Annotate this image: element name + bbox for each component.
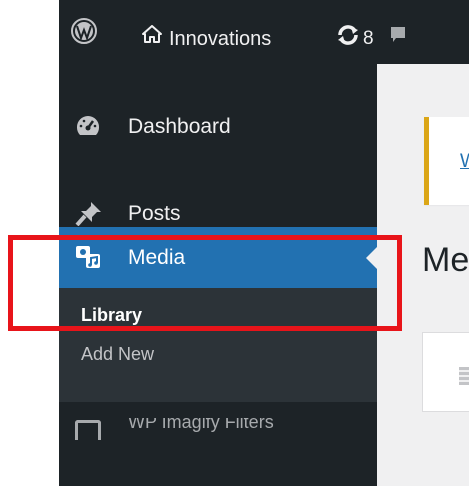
admin-notice: W <box>424 117 469 205</box>
notice-link[interactable]: W <box>460 151 469 173</box>
media-submenu: Library Add New <box>59 288 377 402</box>
submenu-item-library[interactable]: Library <box>81 305 142 326</box>
sidebar-item-label: WP Imagify Filters <box>128 418 274 432</box>
media-icon <box>76 246 100 268</box>
sidebar-item-label: Dashboard <box>128 115 231 138</box>
plugin-icon <box>75 420 101 440</box>
admin-bar: Innovations 8 <box>59 0 469 64</box>
site-name-link[interactable]: Innovations <box>169 28 271 51</box>
sidebar-item-next[interactable]: WP Imagify Filters <box>59 418 377 486</box>
page-title: Me <box>422 241 469 279</box>
comment-icon[interactable] <box>391 25 405 45</box>
sidebar-item-label: Media <box>128 246 186 269</box>
current-menu-arrow-icon <box>366 247 377 269</box>
updates-icon[interactable] <box>336 25 360 45</box>
sidebar-item-media[interactable]: Media <box>59 227 377 288</box>
sidebar-item-dashboard[interactable]: Dashboard <box>59 100 377 152</box>
wordpress-logo-icon[interactable] <box>71 18 97 44</box>
admin-sidebar: Dashboard Posts Media Library Add New WP… <box>59 64 377 486</box>
submenu-item-add-new[interactable]: Add New <box>81 344 154 365</box>
sidebar-item-label: Posts <box>128 202 181 225</box>
media-toolbar <box>422 332 469 412</box>
grid-view-icon[interactable] <box>459 367 469 385</box>
dashboard-icon <box>76 116 100 135</box>
wp-admin-window: Innovations 8 Dashboard Posts Media Libr… <box>59 0 469 486</box>
updates-count[interactable]: 8 <box>363 28 374 50</box>
pin-icon <box>75 202 101 226</box>
home-icon[interactable] <box>142 25 162 43</box>
